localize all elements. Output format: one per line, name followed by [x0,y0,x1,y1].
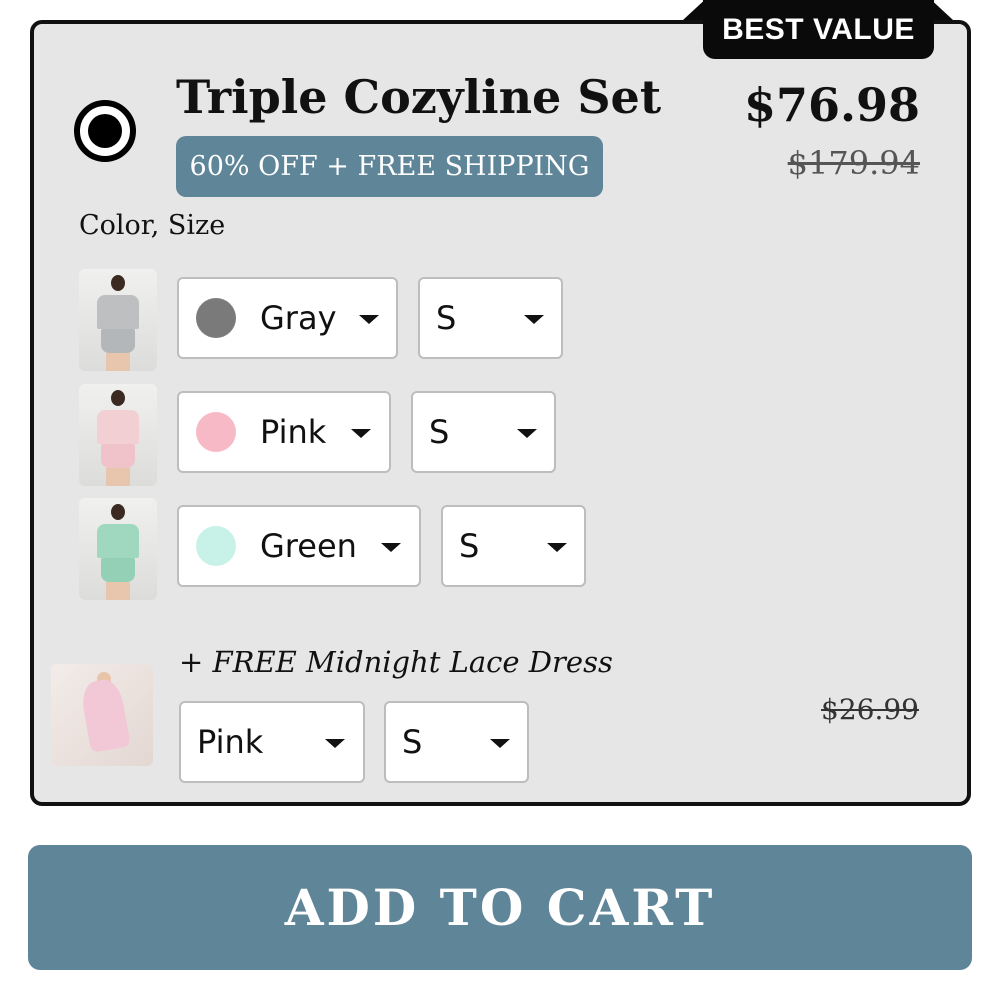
offer-original-price: $179.94 [787,144,920,182]
color-select-2[interactable]: Pink [177,391,391,473]
gift-color-value: Pink [197,723,264,761]
radio-selected-dot [88,114,122,148]
size-select-value: S [436,299,457,337]
color-swatch-icon [196,412,236,452]
color-swatch-icon [196,526,236,566]
gray-set-thumbnail [79,269,157,371]
chevron-down-icon [524,315,544,324]
size-select-value: S [459,527,480,565]
chevron-down-icon [517,429,537,438]
offer-price: $76.98 [743,78,920,132]
size-select-1[interactable]: S [418,277,563,359]
add-to-cart-button[interactable]: ADD TO CART [28,845,972,970]
options-label: Color, Size [79,210,226,241]
color-select-1[interactable]: Gray [177,277,398,359]
chevron-down-icon [381,543,401,552]
chevron-down-icon [359,315,379,324]
offer-radio-button[interactable] [74,100,136,162]
gift-color-select[interactable]: Pink [179,701,365,783]
offer-title: Triple Cozyline Set [176,70,662,124]
free-gift-original-price: $26.99 [821,693,919,726]
free-gift-label: + FREE Midnight Lace Dress [179,645,613,679]
promo-badge: 60% OFF + FREE SHIPPING [176,136,603,197]
color-select-value: Gray [260,299,337,337]
color-select-value: Pink [260,413,327,451]
size-select-3[interactable]: S [441,505,586,587]
chevron-down-icon [547,543,567,552]
color-select-3[interactable]: Green [177,505,421,587]
pink-set-thumbnail [79,384,157,486]
gift-size-select[interactable]: S [384,701,529,783]
chevron-down-icon [325,739,345,748]
color-select-value: Green [260,527,357,565]
chevron-down-icon [490,739,510,748]
color-swatch-icon [196,298,236,338]
size-select-value: S [429,413,450,451]
gift-size-value: S [402,723,423,761]
size-select-2[interactable]: S [411,391,556,473]
best-value-badge: BEST VALUE [703,0,934,59]
lace-dress-thumbnail [51,664,153,766]
green-set-thumbnail [79,498,157,600]
chevron-down-icon [351,429,371,438]
